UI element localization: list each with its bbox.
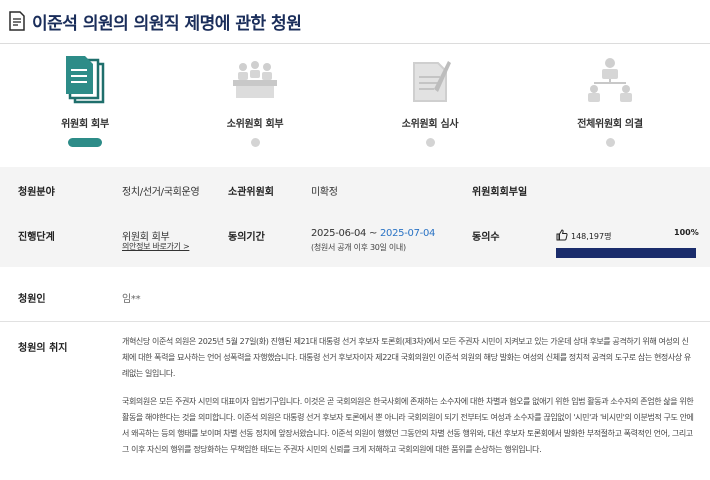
meeting-table-icon bbox=[185, 50, 325, 110]
field-value: 정치/선거/국회운영 bbox=[122, 187, 200, 198]
purpose-section: 청원의 취지 개혁신당 이준석 의원은 2025년 5월 27일(화) 진행된 … bbox=[0, 322, 710, 480]
petition-info-panel: 청원분야 정치/선거/국회운영 소관위원회 미확정 위원회회부일 진행단계 위원… bbox=[0, 167, 710, 267]
petitioner-label: 청원인 bbox=[18, 294, 46, 305]
step-label: 위원회 회부 bbox=[61, 119, 109, 130]
page-title: 이준석 의원의 의원직 제명에 관한 청원 bbox=[32, 14, 302, 34]
committee-label: 소관위원회 bbox=[228, 187, 274, 198]
thumbs-up-icon bbox=[556, 229, 568, 243]
subcommittee-date-label: 위원회회부일 bbox=[472, 187, 528, 198]
period-value: 2025-06-04 ~ 2025-07-04 bbox=[311, 228, 435, 239]
field-label: 청원분야 bbox=[18, 187, 55, 198]
step-subcommittee-review: 소위원회 심사 bbox=[360, 50, 500, 147]
purpose-label: 청원의 취지 bbox=[18, 343, 68, 354]
progress-steps: 위원회 회부 소위원회 회부 소위원회 심사 전체위원회 의결 bbox=[0, 50, 710, 160]
step-marker bbox=[425, 138, 435, 147]
step-subcommittee-referral: 소위원회 회부 bbox=[185, 50, 325, 147]
consent-count: 148,197명 bbox=[556, 229, 611, 243]
petitioner-value: 임** bbox=[122, 294, 141, 305]
document-icon bbox=[8, 11, 26, 35]
consent-label: 동의수 bbox=[472, 232, 500, 243]
purpose-paragraph: 개혁신당 이준석 의원은 2025년 5월 27일(화) 진행된 제21대 대통… bbox=[122, 337, 691, 378]
period-note: (청원서 공개 이후 30일 이내) bbox=[311, 243, 406, 252]
step-marker bbox=[605, 138, 615, 147]
step-label: 소위원회 심사 bbox=[401, 119, 459, 130]
step-label: 전체위원회 의결 bbox=[577, 119, 643, 130]
org-chart-icon bbox=[540, 50, 680, 110]
consent-count-text: 148,197명 bbox=[571, 231, 612, 241]
active-step-marker bbox=[68, 138, 102, 147]
period-start: 2025-06-04 ~ bbox=[311, 228, 380, 239]
stage-label: 진행단계 bbox=[18, 232, 55, 243]
step-committee-referral: 위원회 회부 bbox=[15, 50, 155, 147]
title-bar: 이준석 의원의 의원직 제명에 관한 청원 bbox=[0, 0, 710, 44]
step-label: 소위원회 회부 bbox=[226, 119, 284, 130]
petitioner-row: 청원인 임** bbox=[0, 270, 710, 322]
consent-progress-fill bbox=[556, 248, 696, 258]
step-full-committee-resolution: 전체위원회 의결 bbox=[540, 50, 680, 147]
documents-icon bbox=[15, 50, 155, 110]
step-marker bbox=[250, 138, 260, 147]
consent-progress-bar bbox=[556, 248, 696, 258]
purpose-paragraph: 국회의원은 모든 주권자 시민의 대표이자 입법기구입니다. 이것은 곧 국회의… bbox=[122, 397, 694, 454]
period-end: 2025-07-04 bbox=[379, 228, 436, 239]
committee-value: 미확정 bbox=[311, 187, 338, 198]
review-document-icon bbox=[360, 50, 500, 110]
bill-info-link[interactable]: 의안정보 바로가기 > bbox=[122, 241, 190, 252]
consent-percent: 100% bbox=[674, 228, 699, 237]
period-label: 동의기간 bbox=[228, 232, 265, 243]
